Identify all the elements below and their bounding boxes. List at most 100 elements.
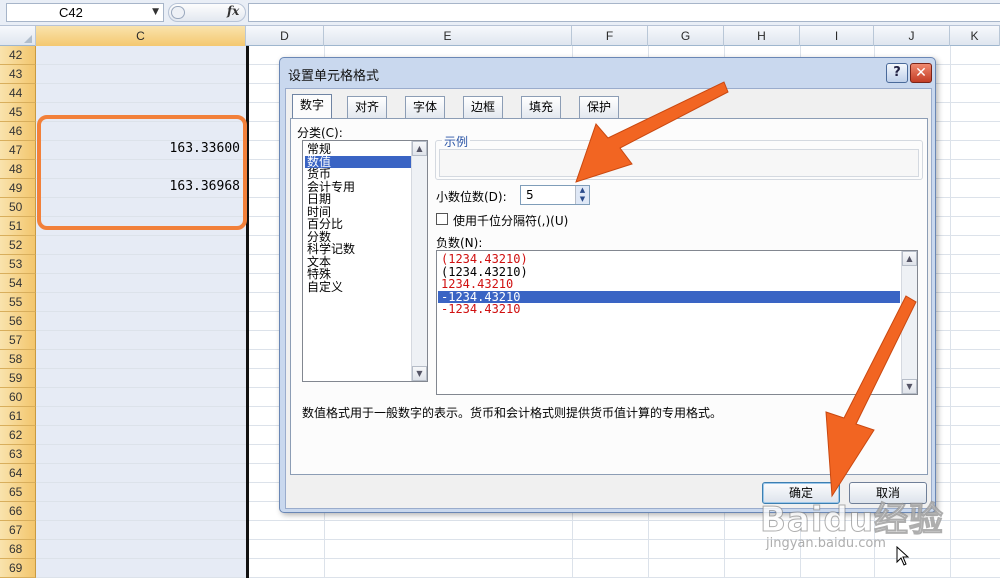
row-header-63[interactable]: 63 [0, 445, 36, 464]
decimal-places-spinner[interactable]: ▲ ▼ [575, 186, 589, 204]
negative-numbers-listbox[interactable]: ▲ ▼ (1234.43210) (1234.43210) 1234.43210 -1… [436, 250, 918, 395]
row-header-51[interactable]: 51 [0, 217, 36, 236]
row-header-58[interactable]: 58 [0, 350, 36, 369]
category-item[interactable]: 文本 [305, 256, 411, 268]
format-description: 数值格式用于一般数字的表示。货币和会计格式则提供货币值计算的专用格式。 [302, 406, 723, 420]
scroll-up-icon[interactable]: ▲ [902, 251, 917, 266]
highlight-annotation-box [37, 115, 247, 230]
negative-format-item[interactable]: -1234.43210 [438, 303, 900, 315]
row-header-48[interactable]: 48 [0, 160, 36, 179]
scroll-down-icon[interactable]: ▼ [412, 366, 427, 381]
tab-font[interactable]: 字体 [405, 96, 446, 118]
spin-up-icon[interactable]: ▲ [576, 186, 589, 195]
row-header-55[interactable]: 55 [0, 293, 36, 312]
resize-handle-icon[interactable] [171, 6, 185, 19]
row-header-46[interactable]: 46 [0, 122, 36, 141]
category-item[interactable]: 科学记数 [305, 243, 411, 255]
negative-numbers-label: 负数(N): [436, 236, 483, 250]
select-all-corner[interactable] [0, 26, 36, 46]
category-item[interactable]: 常规 [305, 143, 411, 155]
row-header-67[interactable]: 67 [0, 521, 36, 540]
row-header-53[interactable]: 53 [0, 255, 36, 274]
row-header-column: 42 43 44 45 46 47 48 49 50 51 52 53 54 55 56 57 58 59 60 61… [0, 46, 36, 578]
tab-number[interactable]: 数字 [292, 94, 333, 119]
formula-input[interactable] [248, 3, 1000, 22]
column-gridline [950, 46, 951, 578]
category-scrollbar[interactable]: ▲ ▼ [411, 141, 427, 381]
negative-format-item[interactable]: -1234.43210 [438, 290, 900, 303]
mouse-cursor-icon [896, 546, 910, 566]
row-header-57[interactable]: 57 [0, 331, 36, 350]
column-header-g[interactable]: G [648, 26, 724, 46]
column-header-d[interactable]: D [246, 26, 324, 46]
row-header-43[interactable]: 43 [0, 65, 36, 84]
row-header-61[interactable]: 61 [0, 407, 36, 426]
name-box[interactable]: C42 ▼ [6, 3, 164, 22]
row-header-56[interactable]: 56 [0, 312, 36, 331]
format-cells-dialog: 设置单元格格式 ? ✕ 数字 对齐 字体 边框 填充 保护 分类(C): ▲ ▼… [279, 57, 936, 513]
chevron-down-icon[interactable]: ▼ [152, 7, 159, 17]
formula-controls: fx [168, 3, 246, 22]
category-item[interactable]: 自定义 [305, 281, 411, 293]
column-header-c[interactable]: C [36, 26, 246, 46]
scroll-down-icon[interactable]: ▼ [902, 379, 917, 394]
column-header-i[interactable]: I [800, 26, 874, 46]
negative-format-item[interactable]: 1234.43210 [438, 278, 900, 290]
thousands-separator-checkbox[interactable] [436, 213, 448, 225]
category-item[interactable]: 日期 [305, 193, 411, 205]
category-item[interactable]: 会计专用 [305, 181, 411, 193]
negative-format-item[interactable]: (1234.43210) [438, 253, 900, 265]
negative-format-item[interactable]: (1234.43210) [438, 266, 900, 278]
row-header-52[interactable]: 52 [0, 236, 36, 255]
formula-bar: C42 ▼ fx [0, 0, 1000, 26]
row-header-68[interactable]: 68 [0, 540, 36, 559]
sample-preview [439, 149, 919, 177]
row-header-60[interactable]: 60 [0, 388, 36, 407]
decimal-places-label: 小数位数(D): [436, 190, 507, 204]
name-box-value: C42 [59, 5, 83, 20]
category-listbox[interactable]: ▲ ▼ 常规 数值 货币 会计专用 日期 时间 百分比 分数 科学记数 文本 特殊 自定义 [302, 140, 428, 382]
negative-scrollbar[interactable]: ▲ ▼ [901, 251, 917, 394]
row-header-45[interactable]: 45 [0, 103, 36, 122]
row-header-42[interactable]: 42 [0, 46, 36, 65]
column-header-k[interactable]: K [950, 26, 1000, 46]
thousands-separator-label[interactable]: 使用千位分隔符(,)(U) [453, 212, 568, 229]
column-header-e[interactable]: E [324, 26, 572, 46]
row-header-64[interactable]: 64 [0, 464, 36, 483]
row-header-69[interactable]: 69 [0, 559, 36, 578]
scroll-up-icon[interactable]: ▲ [412, 141, 427, 156]
column-header-f[interactable]: F [572, 26, 648, 46]
category-item[interactable]: 特殊 [305, 268, 411, 280]
column-header-row: C D E F G H I J K [0, 26, 1000, 46]
fx-icon[interactable]: fx [227, 4, 239, 18]
category-item[interactable]: 分数 [305, 231, 411, 243]
number-tab-panel: 分类(C): ▲ ▼ 常规 数值 货币 会计专用 日期 时间 百分比 分数 科学记数 文本 特殊 自定… [290, 118, 928, 475]
row-header-59[interactable]: 59 [0, 369, 36, 388]
row-header-44[interactable]: 44 [0, 84, 36, 103]
column-header-h[interactable]: H [724, 26, 800, 46]
help-button[interactable]: ? [886, 63, 908, 83]
category-item[interactable]: 时间 [305, 206, 411, 218]
row-header-47[interactable]: 47 [0, 141, 36, 160]
row-header-65[interactable]: 65 [0, 483, 36, 502]
watermark-url: jingyan.baidu.com [766, 536, 886, 551]
row-header-49[interactable]: 49 [0, 179, 36, 198]
category-item[interactable]: 数值 [305, 155, 411, 168]
row-header-54[interactable]: 54 [0, 274, 36, 293]
tab-alignment[interactable]: 对齐 [347, 96, 388, 118]
category-item[interactable]: 货币 [305, 168, 411, 180]
tab-border[interactable]: 边框 [463, 96, 504, 118]
row-header-62[interactable]: 62 [0, 426, 36, 445]
row-header-66[interactable]: 66 [0, 502, 36, 521]
watermark-logo: Baidu经验 [759, 500, 945, 541]
column-header-j[interactable]: J [874, 26, 950, 46]
row-header-50[interactable]: 50 [0, 198, 36, 217]
tab-fill[interactable]: 填充 [521, 96, 562, 118]
category-item[interactable]: 百分比 [305, 218, 411, 230]
dialog-body: 数字 对齐 字体 边框 填充 保护 分类(C): ▲ ▼ 常规 数值 货币 会计专用日… [285, 88, 932, 509]
spin-down-icon[interactable]: ▼ [576, 195, 589, 204]
close-button[interactable]: ✕ [910, 63, 932, 83]
category-label: 分类(C): [297, 126, 343, 140]
tab-protection[interactable]: 保护 [579, 96, 620, 118]
baidu-watermark: Baidu经验 jingyan.baidu.com [759, 492, 950, 562]
